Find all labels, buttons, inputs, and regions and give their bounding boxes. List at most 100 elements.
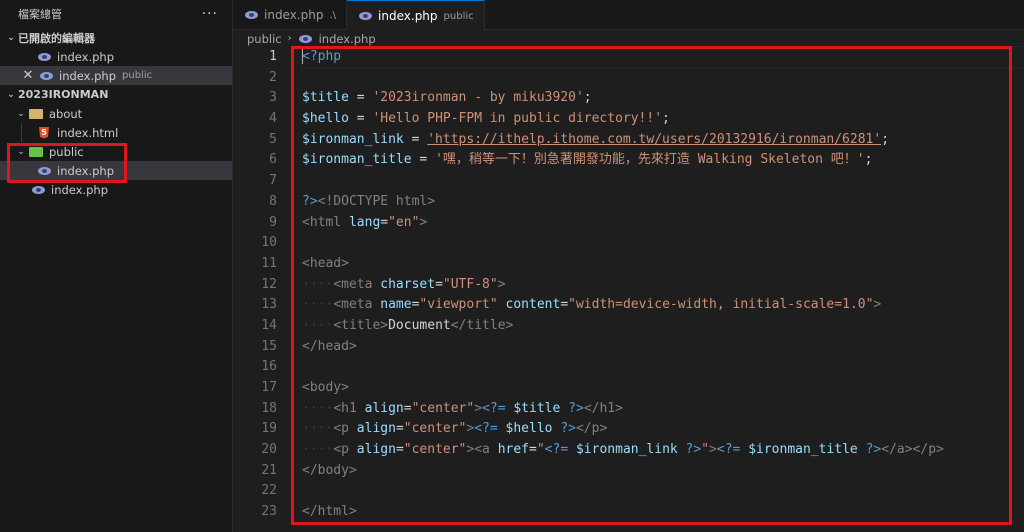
code-token: "center"	[403, 442, 467, 458]
tab-index-php-root[interactable]: index.php .\	[233, 0, 348, 30]
open-editor-desc: public	[122, 70, 153, 81]
line-number: 18	[261, 400, 277, 416]
code-token: $ironman_title	[302, 152, 412, 168]
open-editors-section[interactable]: ⌄ 已開啟的編輯器	[0, 28, 232, 47]
code-token: ><a	[466, 442, 490, 458]
project-section[interactable]: ⌄ 2023IRONMAN	[0, 85, 232, 104]
code-token: ;	[662, 111, 670, 127]
code-token: <!DOCTYPE html>	[317, 193, 436, 209]
code-lines[interactable]: <?php $title = '2023ironman - by miku392…	[301, 46, 1024, 523]
code-token: $ironman_title	[748, 442, 858, 458]
line-number: 8	[269, 193, 277, 209]
tree-folder-public[interactable]: ⌄ public	[0, 142, 232, 161]
chevron-down-icon: ⌄	[17, 146, 25, 157]
line-number: 20	[261, 442, 277, 458]
code-token: "center"	[403, 421, 467, 437]
code-token: <?=	[544, 442, 576, 458]
line-number: 17	[261, 380, 277, 395]
code-token: Document	[388, 317, 451, 333]
code-token: </head>	[302, 338, 357, 354]
code-line: <html lang="en">	[302, 213, 1024, 234]
code-token: =	[529, 442, 537, 458]
code-token: <html	[302, 214, 342, 230]
line-number: 9	[269, 214, 277, 230]
php-file-icon	[298, 32, 314, 46]
html-file-icon: 5	[36, 126, 52, 140]
line-number: 10	[261, 235, 277, 251]
code-line: <?php	[301, 46, 1024, 69]
open-editor-item-active[interactable]: ✕ index.php public	[0, 66, 232, 85]
php-file-icon	[36, 50, 52, 64]
code-token: "	[536, 442, 545, 458]
code-token: >	[419, 214, 428, 230]
code-token: lang	[341, 214, 381, 230]
tab-index-php-public[interactable]: index.php public	[347, 0, 485, 31]
breadcrumb-folder[interactable]: public	[247, 32, 282, 46]
breadcrumb: public › index.php	[233, 30, 1024, 47]
code-token: ?>	[677, 442, 702, 458]
project-label: 2023IRONMAN	[18, 88, 109, 101]
code-token: >	[709, 442, 717, 458]
line-number: 21	[261, 462, 277, 478]
code-line: ····<p align="center"><?= $hello ?></p>	[302, 421, 608, 437]
open-editor-item[interactable]: index.php	[0, 47, 232, 66]
more-actions-icon[interactable]: ···	[202, 6, 218, 22]
code-token: =	[560, 297, 569, 313]
code-token: "center"	[411, 400, 475, 416]
code-line: ····<meta name="viewport" content="width…	[302, 297, 882, 313]
tree-folder-label: about	[49, 106, 83, 121]
code-token: 'Hello PHP-FPM in public directory!!'	[372, 111, 663, 127]
code-token: <meta	[333, 276, 373, 292]
php-file-icon	[30, 183, 46, 197]
code-line: </head>	[302, 337, 1024, 358]
code-link[interactable]: 'https://ithelp.ithome.com.tw/users/2013…	[427, 132, 881, 147]
line-number-gutter: 1 2 3 4 5 6 7 8 9 10 11 12 13 14 15 16 1…	[233, 47, 291, 523]
tree-file-index-html[interactable]: 5 index.html	[0, 123, 232, 142]
code-token: charset	[372, 276, 436, 292]
breadcrumb-file[interactable]: index.php	[319, 32, 376, 46]
php-file-icon	[38, 69, 54, 83]
explorer-header: 檔案總管 ···	[0, 0, 232, 28]
chevron-down-icon: ⌄	[17, 108, 25, 119]
tree-folder-about[interactable]: ⌄ about	[0, 104, 232, 123]
code-token: <p	[333, 421, 349, 437]
code-token: ;	[864, 152, 873, 168]
code-token: </h1>	[583, 400, 623, 416]
code-token: =	[380, 214, 389, 230]
code-token: align	[356, 400, 404, 416]
tree-file-public-index-php[interactable]: index.php	[0, 161, 232, 180]
line-number: 4	[269, 111, 277, 127]
code-line: $ironman_link = 'https://ithelp.ithome.c…	[302, 130, 1024, 151]
php-file-icon	[357, 9, 373, 23]
code-token: <head>	[302, 255, 349, 271]
code-token: "viewport"	[419, 297, 498, 313]
tree-file-root-index-php[interactable]: index.php	[0, 180, 232, 199]
code-token: <body>	[302, 380, 349, 395]
code-token: "width=device-width, initial-scale=1.0"	[568, 297, 874, 313]
code-token: </title>	[450, 317, 514, 333]
chevron-down-icon: ⌄	[7, 89, 15, 100]
open-editor-name: index.php	[57, 49, 115, 64]
tab-desc: .\	[329, 9, 337, 21]
indent-guide	[21, 161, 22, 180]
line-number: 14	[261, 317, 277, 333]
line-number: 6	[269, 152, 277, 168]
tab-label: index.php	[264, 8, 324, 22]
line-number: 23	[261, 504, 277, 520]
line-number: 16	[261, 359, 277, 375]
folder-icon	[28, 107, 44, 121]
tree-folder-label: public	[49, 144, 84, 159]
open-editor-name: index.php	[59, 68, 117, 83]
code-token: <h1	[333, 400, 357, 416]
php-file-icon	[36, 164, 52, 178]
code-token: <?=	[482, 400, 514, 416]
code-token: $ironman_link	[575, 442, 678, 458]
code-token: $hello	[302, 111, 349, 127]
code-line: ?><!DOCTYPE html>	[302, 192, 1024, 213]
code-editor[interactable]: 1 2 3 4 5 6 7 8 9 10 11 12 13 14 15 16 1…	[233, 46, 1024, 532]
close-icon[interactable]: ✕	[20, 68, 36, 83]
code-token: align	[348, 421, 396, 437]
code-line: ····<title>Document</title>	[302, 317, 514, 333]
